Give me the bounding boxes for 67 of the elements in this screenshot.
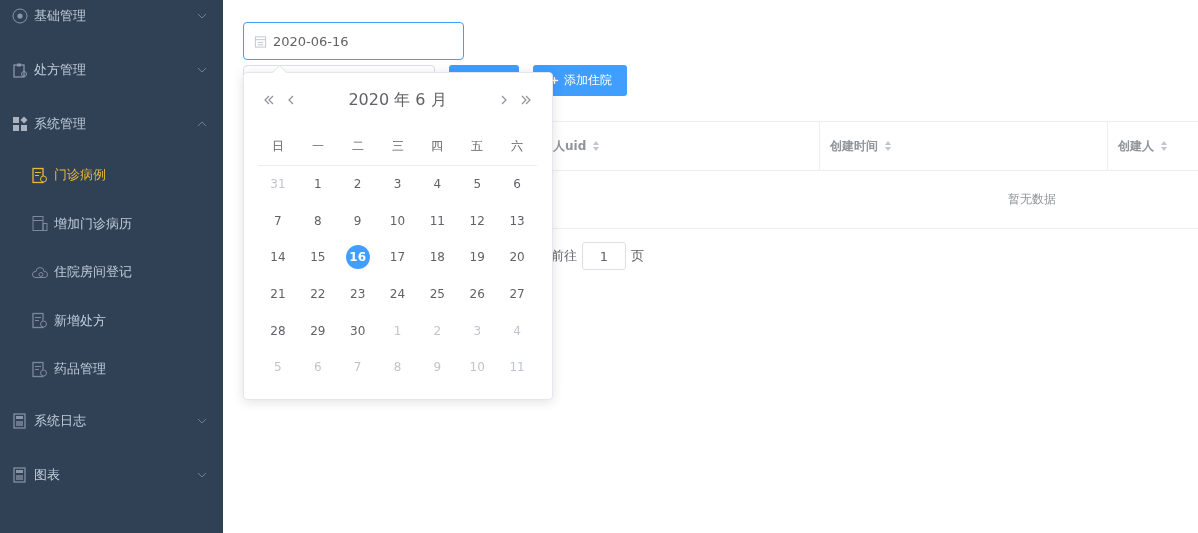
- weekday-label: 三: [390, 137, 405, 155]
- menu-item[interactable]: 系统管理: [0, 97, 223, 151]
- calendar-day[interactable]: 6: [505, 172, 530, 197]
- weekday-label: 一: [310, 137, 325, 155]
- calendar-day[interactable]: 19: [465, 245, 490, 270]
- submenu-item[interactable]: 增加门诊病历: [0, 199, 223, 248]
- menu-item[interactable]: 基础管理: [0, 0, 223, 43]
- date-field[interactable]: 2020-06-16: [243, 22, 464, 60]
- calendar-day[interactable]: 15: [305, 245, 330, 270]
- goto-label: 前往: [551, 247, 577, 265]
- calendar-day[interactable]: 12: [465, 208, 490, 233]
- page-suffix: 页: [631, 247, 644, 265]
- calendar-day[interactable]: 29: [305, 318, 330, 343]
- calendar-day[interactable]: 30: [345, 318, 370, 343]
- calendar-day[interactable]: 23: [345, 282, 370, 307]
- menu-item[interactable]: 系统日志: [0, 393, 223, 448]
- panel-icon: [32, 215, 48, 233]
- calendar-day[interactable]: 9: [345, 208, 370, 233]
- submenu-item[interactable]: 住院房间登记: [0, 248, 223, 297]
- weekday-label: 日: [270, 137, 285, 155]
- document-gear-icon: [32, 360, 48, 378]
- calendar-day[interactable]: 18: [425, 245, 450, 270]
- submenu-item[interactable]: 药品管理: [0, 345, 223, 394]
- gear-icon: [12, 8, 28, 24]
- sort-icon[interactable]: [592, 140, 601, 152]
- sort-icon[interactable]: [884, 140, 892, 152]
- calendar-day[interactable]: 14: [265, 245, 290, 270]
- calendar-icon: [254, 34, 267, 48]
- weekday-label: 六: [510, 137, 525, 155]
- calendar-day[interactable]: 26: [465, 282, 490, 307]
- month-title[interactable]: 2020 年 6 月: [302, 89, 493, 111]
- calendar-day[interactable]: 5: [465, 172, 490, 197]
- sort-icon[interactable]: [1160, 140, 1168, 152]
- calendar-day[interactable]: 7: [265, 208, 290, 233]
- next-year-icon[interactable]: [520, 95, 532, 105]
- document-gear-icon: [32, 312, 48, 330]
- calendar-day[interactable]: 28: [265, 318, 290, 343]
- calendar-day[interactable]: 17: [385, 245, 410, 270]
- weekday-label: 五: [470, 137, 485, 155]
- calendar-day[interactable]: 11: [425, 208, 450, 233]
- calendar-day[interactable]: 27: [505, 282, 530, 307]
- clipboard-icon: [12, 62, 28, 78]
- calendar-day[interactable]: 13: [505, 208, 530, 233]
- previous-year-icon[interactable]: [263, 95, 275, 105]
- menu-item[interactable]: 图表: [0, 447, 223, 502]
- calendar-day[interactable]: 2: [345, 172, 370, 197]
- calendar-day[interactable]: 25: [425, 282, 450, 307]
- empty-text: 暂无数据: [1008, 191, 1056, 208]
- submenu-item[interactable]: 新增处方: [0, 296, 223, 345]
- submenu-item[interactable]: 门诊病例: [0, 151, 223, 200]
- calendar-day[interactable]: 10: [385, 208, 410, 233]
- calendar-day[interactable]: 20: [505, 245, 530, 270]
- calendar-day[interactable]: 22: [305, 282, 330, 307]
- calendar-day[interactable]: 4: [425, 172, 450, 197]
- document-gear-icon: [32, 166, 48, 184]
- calendar-day[interactable]: 21: [265, 282, 290, 307]
- calendar-day[interactable]: 8: [305, 208, 330, 233]
- weekday-label: 四: [430, 137, 445, 155]
- calendar-day[interactable]: 3: [385, 172, 410, 197]
- calculator-icon: [12, 466, 28, 483]
- calendar-day[interactable]: 24: [385, 282, 410, 307]
- calendar-day[interactable]: 1: [305, 172, 330, 197]
- weekday-label: 二: [350, 137, 365, 155]
- grid-icon: [12, 116, 28, 132]
- menu-item[interactable]: 处方管理: [0, 43, 223, 97]
- calculator-icon: [12, 412, 28, 429]
- page-field[interactable]: 1: [582, 242, 626, 270]
